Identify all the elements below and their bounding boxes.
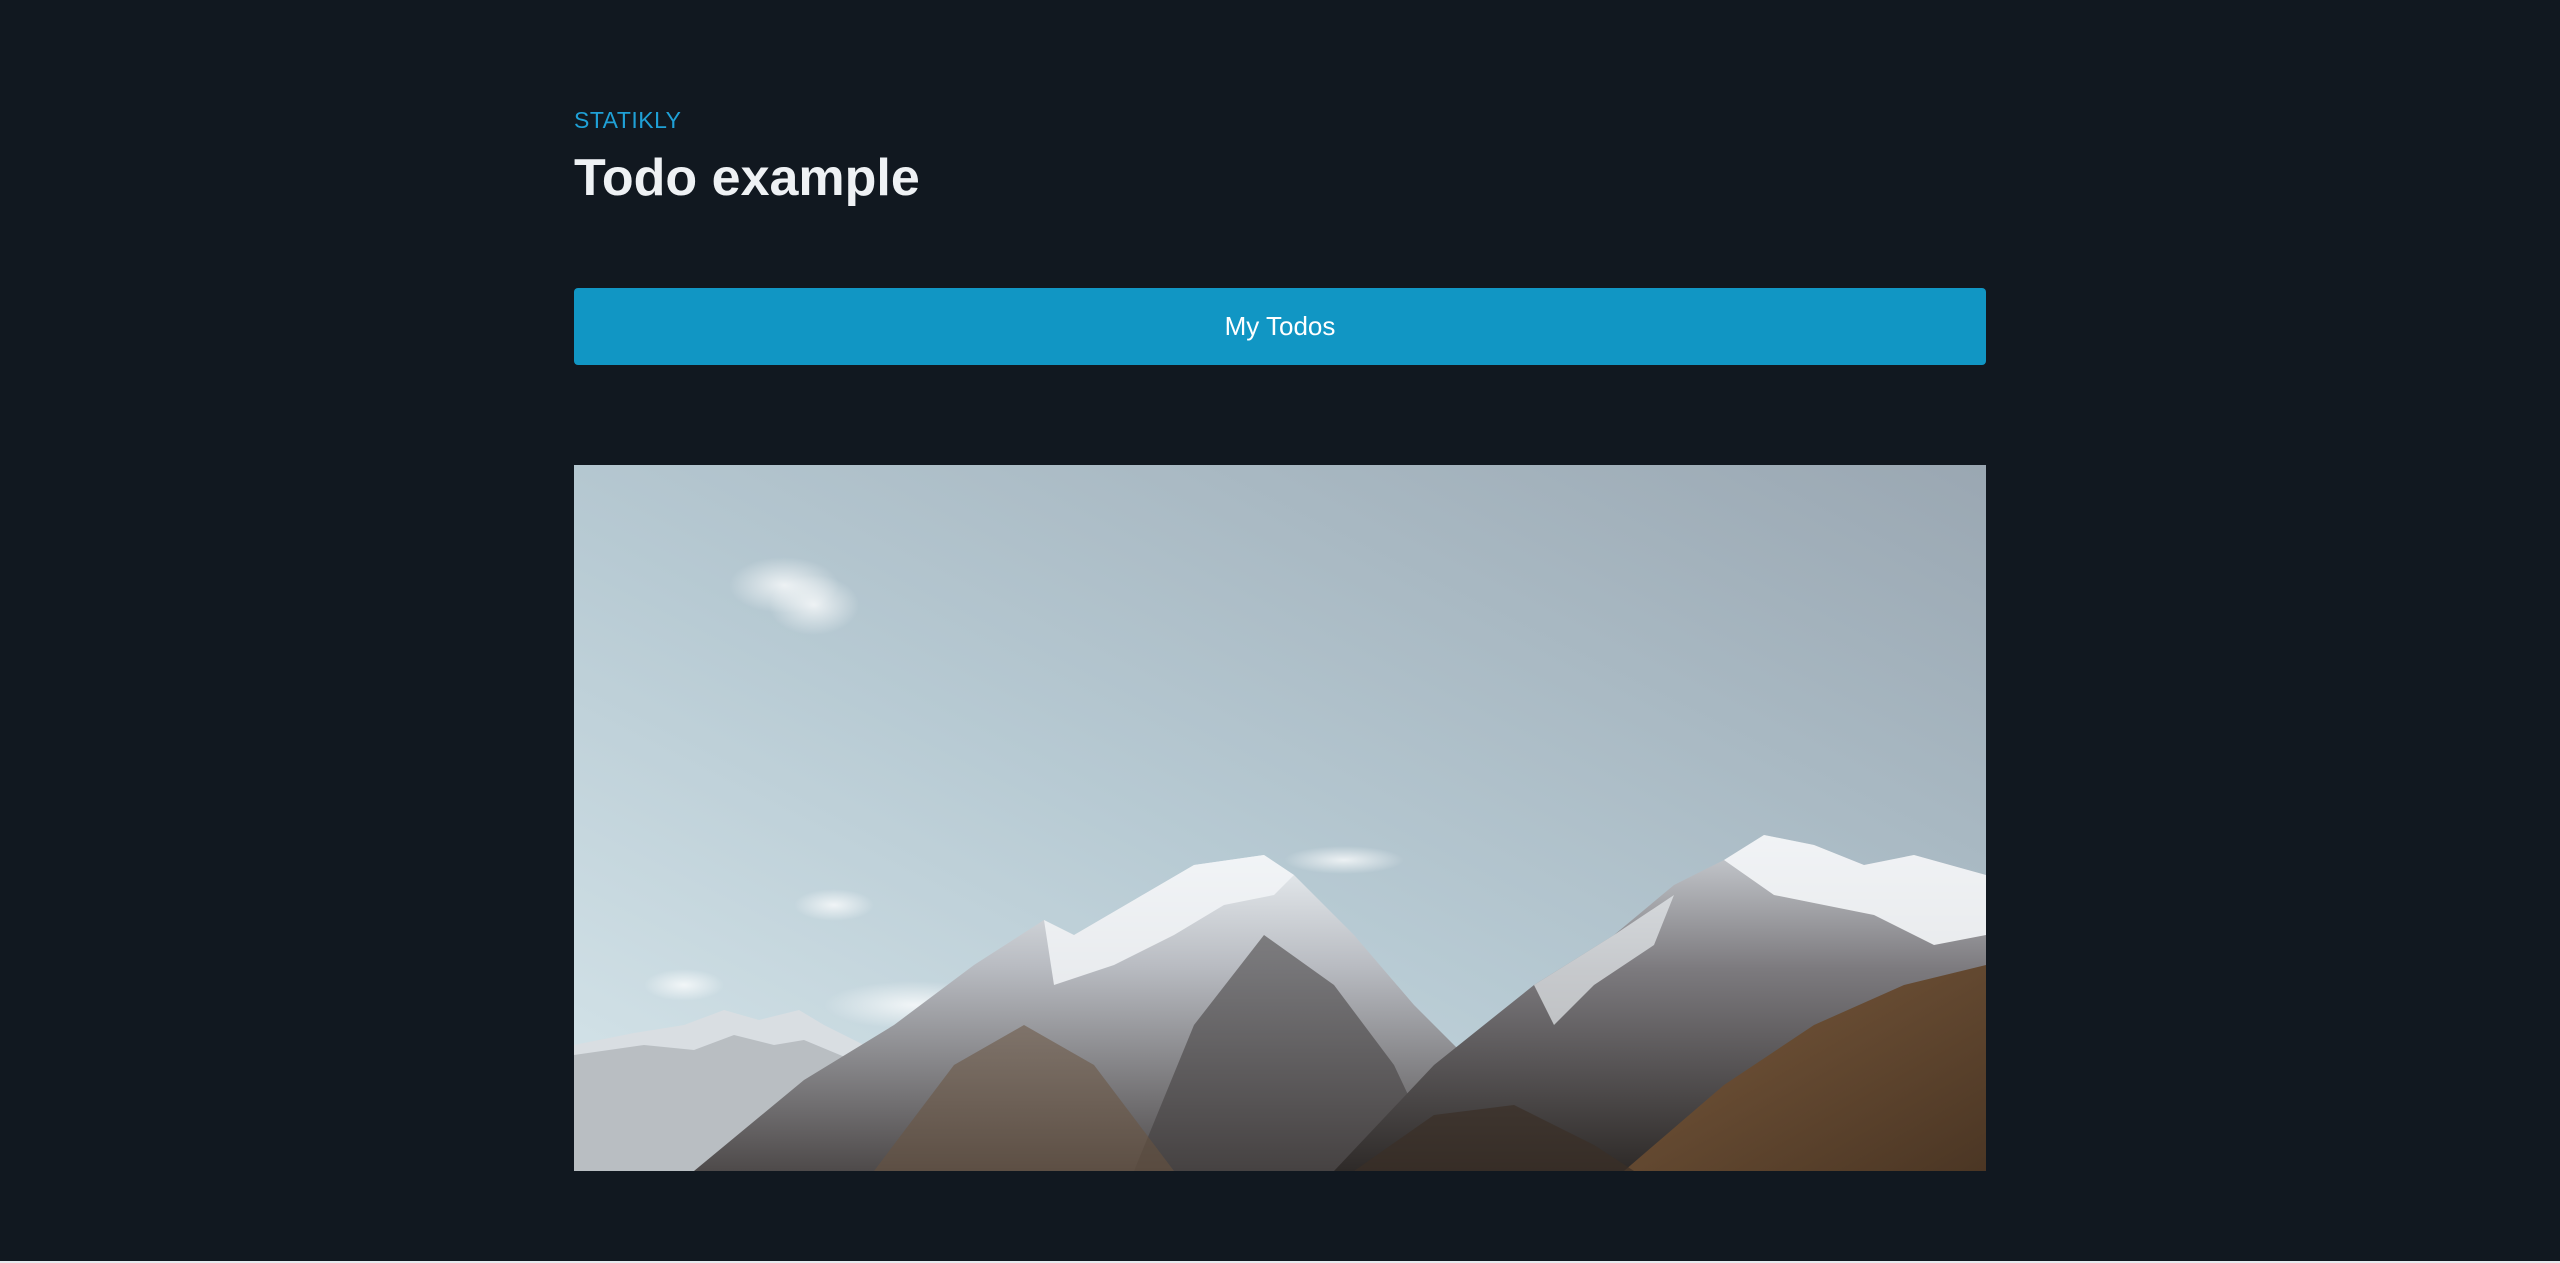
site-brand-label: STATIKLY <box>574 107 682 133</box>
hero-mountain-image <box>574 465 1986 1171</box>
my-todos-button[interactable]: My Todos <box>574 288 1986 365</box>
page-title: Todo example <box>574 149 920 207</box>
